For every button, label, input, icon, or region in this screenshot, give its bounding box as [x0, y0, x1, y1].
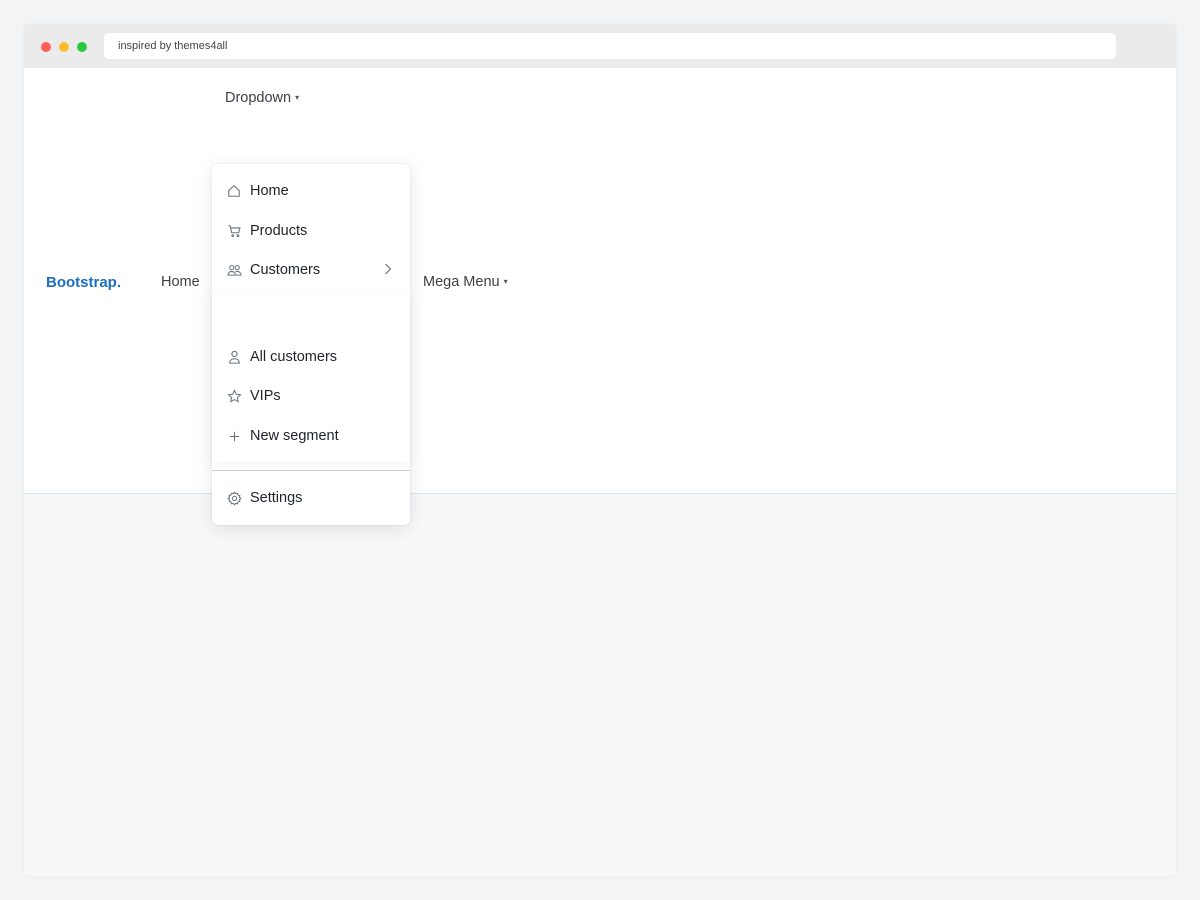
user-icon	[226, 349, 242, 365]
nav-item-home[interactable]: Home	[161, 274, 200, 290]
menu-item-label: Settings	[250, 490, 303, 506]
nav-item-mega-menu-label: Mega Menu	[423, 274, 500, 290]
address-text: inspired by themes4all	[118, 40, 228, 52]
minimize-window-button[interactable]	[59, 42, 69, 52]
brand-logo[interactable]: Bootstrap.	[46, 274, 121, 291]
users-icon	[226, 262, 242, 278]
caret-down-icon: ▾	[295, 93, 300, 102]
maximize-window-button[interactable]	[77, 42, 87, 52]
dropdown-toggle[interactable]: Dropdown ▾	[225, 90, 299, 106]
home-icon	[226, 183, 242, 199]
navbar: Bootstrap. Home Mega Menu ▾	[24, 268, 1176, 308]
menu-item-label: Products	[250, 223, 308, 239]
close-window-button[interactable]	[41, 42, 51, 52]
submenu-item-all-customers[interactable]: All customers	[212, 339, 410, 375]
menu-item-label: Home	[250, 183, 289, 199]
cart-icon	[226, 223, 242, 239]
submenu-item-label: New segment	[250, 428, 339, 444]
browser-titlebar: inspired by themes4all	[24, 24, 1176, 68]
gear-icon	[226, 490, 242, 506]
plus-icon	[226, 428, 242, 444]
menu-item-products[interactable]: Products	[212, 213, 410, 249]
star-icon	[226, 388, 242, 404]
submenu-item-new-segment[interactable]: New segment	[212, 418, 410, 454]
nav-item-mega-menu[interactable]: Mega Menu ▾	[423, 274, 508, 290]
submenu-item-label: All customers	[250, 349, 338, 365]
menu-item-label: Customers	[250, 262, 321, 278]
submenu-item-label: VIPs	[250, 388, 281, 404]
chevron-right-icon	[384, 262, 394, 278]
address-bar[interactable]: inspired by themes4all	[104, 33, 1116, 59]
menu-item-settings[interactable]: Settings	[212, 480, 410, 516]
browser-window: inspired by themes4all Dropdown ▾ Bootstr…	[24, 24, 1176, 876]
submenu-item-vips[interactable]: VIPs	[212, 378, 410, 414]
caret-down-icon: ▾	[503, 277, 508, 286]
dropdown-menu: Home Products Customers All customers VI…	[212, 164, 410, 525]
menu-item-home[interactable]: Home	[212, 173, 410, 209]
menu-item-customers[interactable]: Customers	[212, 252, 410, 288]
dropdown-toggle-label: Dropdown	[225, 90, 292, 106]
page-content: Dropdown ▾ Bootstrap. Home Mega Menu ▾ Hom…	[24, 68, 1176, 525]
menu-divider	[212, 470, 410, 471]
